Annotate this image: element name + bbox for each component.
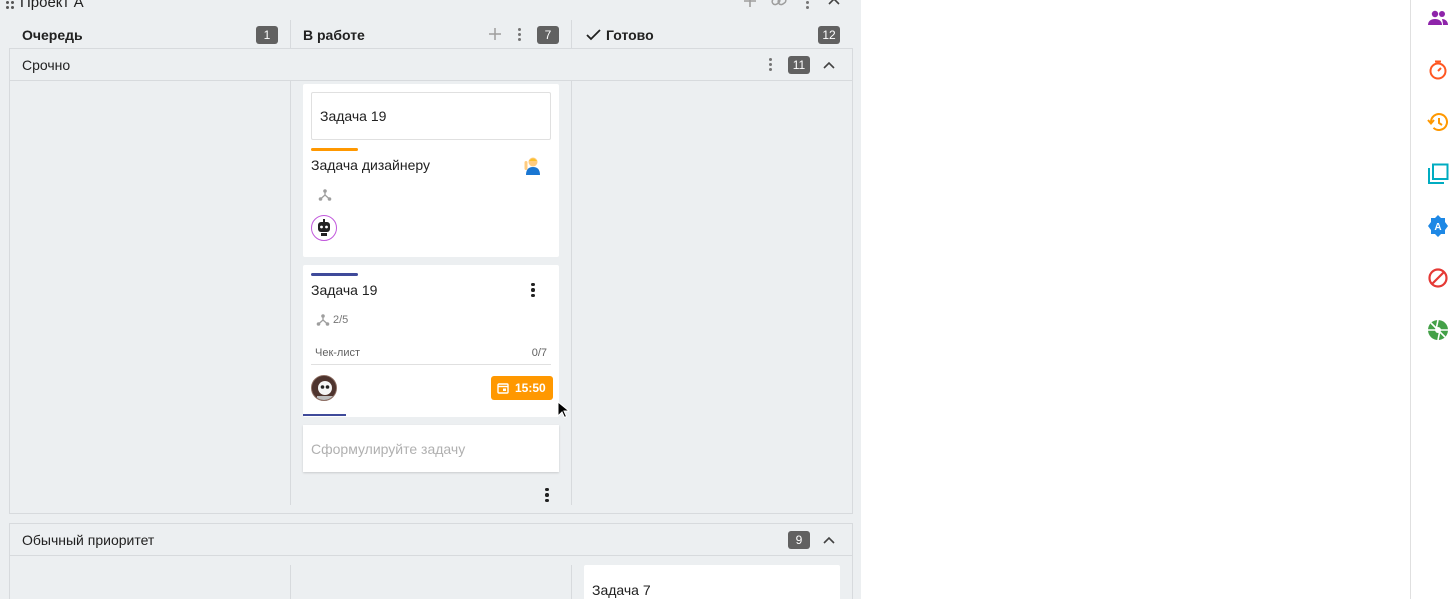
drag-indicator xyxy=(303,414,346,416)
swimlane-menu-icon[interactable] xyxy=(764,57,776,73)
blocked-icon[interactable] xyxy=(1426,266,1450,290)
swimlane-header-urgent[interactable]: Срочно 11 xyxy=(9,48,853,81)
team-icon[interactable] xyxy=(1426,6,1450,30)
project-title[interactable]: Проект А xyxy=(6,0,84,12)
column-count-badge: 1 xyxy=(256,25,278,44)
column-divider xyxy=(571,565,572,599)
mouse-cursor-icon xyxy=(557,401,569,419)
layers-icon[interactable] xyxy=(1426,162,1450,186)
avatar[interactable] xyxy=(311,215,337,241)
column-header-done: Готово 12 xyxy=(586,21,840,48)
subtasks-icon xyxy=(318,188,332,207)
collapse-swimlane-icon[interactable] xyxy=(822,533,836,547)
subtasks-icon xyxy=(316,314,330,326)
collapse-project-icon[interactable] xyxy=(827,0,841,8)
swimlane-title: Срочно xyxy=(22,56,71,73)
subtasks-counter: 2/5 xyxy=(316,313,348,327)
svg-text:A: A xyxy=(1434,222,1441,233)
swimlane-title: Обычный приоритет xyxy=(22,531,155,548)
kanban-board: Проект А Очередь 1 В работе 7 Готово 12 … xyxy=(0,0,861,599)
column-divider xyxy=(290,565,291,599)
avatar[interactable] xyxy=(311,375,337,401)
card-title: Задача 7 xyxy=(592,582,651,598)
checklist-row[interactable]: Чек-лист 0/7 xyxy=(311,345,551,365)
column-title: В работе xyxy=(303,26,365,43)
calendar-icon xyxy=(497,383,509,394)
project-tools xyxy=(743,0,841,11)
details-panel-empty xyxy=(861,0,1410,599)
link-icon[interactable] xyxy=(771,0,787,11)
column-divider xyxy=(571,81,572,505)
card-title: Задача дизайнеру xyxy=(311,157,431,173)
column-title: Готово xyxy=(606,26,654,43)
due-date-chip[interactable]: 15:50 xyxy=(491,376,553,400)
swimlane-count-badge: 11 xyxy=(788,55,810,74)
column-footer-menu-icon[interactable] xyxy=(541,487,553,503)
column-title: Очередь xyxy=(22,26,83,43)
column-divider xyxy=(290,81,291,505)
project-menu-icon[interactable] xyxy=(801,0,813,10)
priority-bar xyxy=(311,148,358,151)
swimlane-count-badge: 9 xyxy=(788,530,810,549)
collapse-swimlane-icon[interactable] xyxy=(822,58,836,72)
subtask-preview[interactable]: Задача 19 xyxy=(311,92,551,140)
column-header-in-progress: В работе 7 xyxy=(303,21,559,48)
checklist-progress: 0/7 xyxy=(531,347,547,359)
new-task-input[interactable]: Сформулируйте задачу xyxy=(303,425,559,472)
column-count-badge: 7 xyxy=(537,25,559,44)
column-menu-icon[interactable] xyxy=(513,27,525,43)
task-card[interactable]: Задача 19 Задача дизайнеру xyxy=(303,84,559,257)
swimlane-header-normal[interactable]: Обычный приоритет 9 xyxy=(9,523,853,556)
checklist-label: Чек-лист xyxy=(315,347,361,359)
badge-a-icon[interactable]: A xyxy=(1426,214,1450,238)
add-icon[interactable] xyxy=(743,0,757,11)
column-divider xyxy=(290,20,291,49)
task-card[interactable]: Задача 19 2/5 Чек-лист 0/7 15:50 xyxy=(303,265,559,417)
column-divider xyxy=(571,20,572,49)
check-icon xyxy=(586,28,601,41)
timer-icon[interactable] xyxy=(1426,58,1450,82)
drag-handle-icon[interactable] xyxy=(6,0,16,9)
history-icon[interactable] xyxy=(1426,110,1450,134)
card-menu-icon[interactable] xyxy=(527,282,539,298)
add-task-icon[interactable] xyxy=(489,27,501,43)
column-header-queue: Очередь 1 xyxy=(22,21,278,48)
column-count-badge: 12 xyxy=(818,25,840,44)
task-card[interactable]: Задача 7 xyxy=(584,565,840,599)
card-title: Задача 19 xyxy=(311,282,378,298)
priority-bar xyxy=(311,273,358,276)
right-sidebar: A xyxy=(1410,0,1455,599)
person-raising-hand-icon xyxy=(522,155,542,175)
aperture-icon[interactable] xyxy=(1426,318,1450,342)
